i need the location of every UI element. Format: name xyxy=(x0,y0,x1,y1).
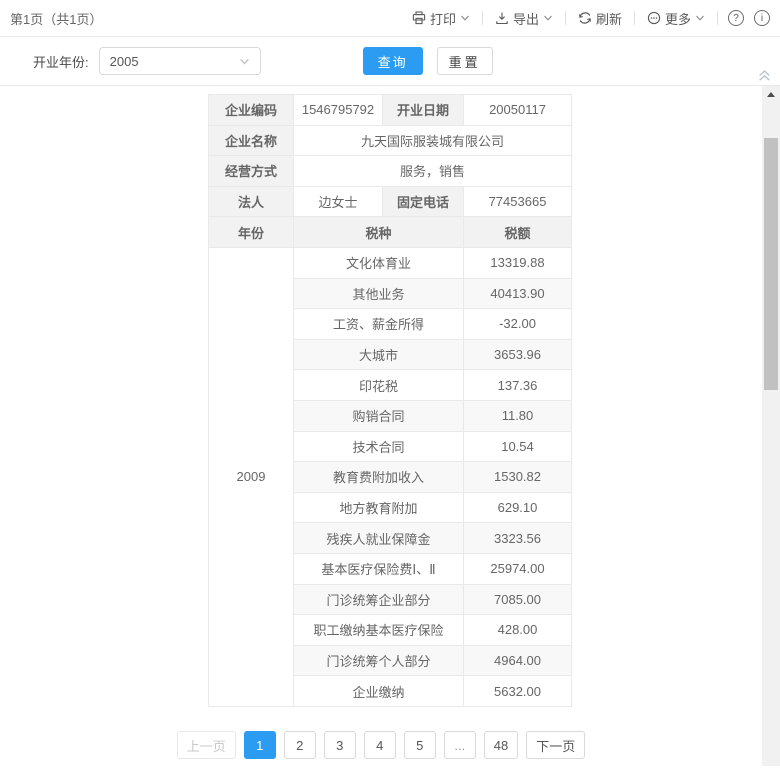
chevron-down-icon xyxy=(460,13,470,23)
field-label: 企业名称 xyxy=(209,125,294,156)
tax-amount: 4964.00 xyxy=(464,645,572,676)
tax-type: 教育费附加收入 xyxy=(294,462,464,493)
page-button-2[interactable]: 2 xyxy=(284,731,316,759)
more-button[interactable]: 更多 xyxy=(645,9,707,28)
page-ellipsis-button[interactable]: ... xyxy=(444,731,476,759)
tax-type: 印花税 xyxy=(294,370,464,401)
tax-amount: 13319.88 xyxy=(464,247,572,278)
toolbar-divider xyxy=(634,11,635,25)
tax-type: 工资、薪金所得 xyxy=(294,309,464,340)
tax-amount: 7085.00 xyxy=(464,584,572,615)
field-value: 77453665 xyxy=(464,186,572,217)
company-info-rows: 企业编码 1546795792 开业日期 20050117 企业名称 九天国际服… xyxy=(209,95,572,248)
column-header-tax-type: 税种 xyxy=(294,217,464,248)
prev-page-button[interactable]: 上一页 xyxy=(177,731,236,759)
next-page-button[interactable]: 下一页 xyxy=(526,731,585,759)
tax-amount: 25974.00 xyxy=(464,553,572,584)
tax-amount: 11.80 xyxy=(464,400,572,431)
toolbar-divider xyxy=(717,11,718,25)
tax-type: 其他业务 xyxy=(294,278,464,309)
tax-amount: 10.54 xyxy=(464,431,572,462)
tax-type: 大城市 xyxy=(294,339,464,370)
refresh-button[interactable]: 刷新 xyxy=(576,9,624,28)
toolbar: 打印 导出 刷新 xyxy=(410,9,770,28)
page-button-5[interactable]: 5 xyxy=(404,731,436,759)
chevron-down-icon xyxy=(543,13,553,23)
refresh-icon xyxy=(578,11,592,25)
opening-year-label: 开业年份: xyxy=(33,52,89,71)
pagination: 上一页 1 2 3 4 5 ... 48 下一页 xyxy=(0,731,762,759)
field-value: 九天国际服装城有限公司 xyxy=(294,125,572,156)
print-button[interactable]: 打印 xyxy=(410,9,472,28)
field-label: 企业编码 xyxy=(209,95,294,126)
scrollbar-thumb[interactable] xyxy=(764,138,778,390)
chevron-down-icon xyxy=(239,56,250,67)
printer-icon xyxy=(412,11,426,25)
tax-type: 残疾人就业保障金 xyxy=(294,523,464,554)
collapse-panel-toggle[interactable] xyxy=(757,68,772,83)
field-value: 边女士 xyxy=(294,186,383,217)
tax-amount: 629.10 xyxy=(464,492,572,523)
scroll-up-arrow-icon xyxy=(767,92,775,97)
table-row: 法人 边女士 固定电话 77453665 xyxy=(209,186,572,217)
field-value: 1546795792 xyxy=(294,95,383,126)
toolbar-divider xyxy=(565,11,566,25)
company-tax-table: 企业编码 1546795792 开业日期 20050117 企业名称 九天国际服… xyxy=(208,94,572,707)
opening-year-value: 2005 xyxy=(110,54,139,69)
page-button-48[interactable]: 48 xyxy=(484,731,518,759)
field-value: 20050117 xyxy=(464,95,572,126)
field-label: 法人 xyxy=(209,186,294,217)
vertical-scrollbar xyxy=(762,86,780,766)
tax-amount: -32.00 xyxy=(464,309,572,340)
table-row: 2009 文化体育业 13319.88 xyxy=(209,247,572,278)
column-header-tax-amount: 税额 xyxy=(464,217,572,248)
reset-button[interactable]: 重置 xyxy=(437,47,493,75)
year-cell: 2009 xyxy=(209,247,294,706)
field-label: 经营方式 xyxy=(209,156,294,187)
help-icon[interactable]: ? xyxy=(728,10,744,26)
page-button-4[interactable]: 4 xyxy=(364,731,396,759)
table-row: 企业编码 1546795792 开业日期 20050117 xyxy=(209,95,572,126)
page-info: 第1页（共1页） xyxy=(10,9,102,28)
tax-amount: 5632.00 xyxy=(464,676,572,707)
info-icon[interactable]: i xyxy=(754,10,770,26)
tax-amount: 137.36 xyxy=(464,370,572,401)
search-button[interactable]: 查询 xyxy=(363,47,423,75)
page-button-3[interactable]: 3 xyxy=(324,731,356,759)
export-button[interactable]: 导出 xyxy=(493,9,555,28)
ellipsis-circle-icon xyxy=(647,11,661,25)
tax-type: 企业缴纳 xyxy=(294,676,464,707)
tax-amount: 40413.90 xyxy=(464,278,572,309)
tax-type: 购销合同 xyxy=(294,400,464,431)
download-icon xyxy=(495,11,509,25)
content-area: 企业编码 1546795792 开业日期 20050117 企业名称 九天国际服… xyxy=(0,86,780,766)
tax-type: 职工缴纳基本医疗保险 xyxy=(294,615,464,646)
tax-amount: 3323.56 xyxy=(464,523,572,554)
tax-type: 门诊统筹个人部分 xyxy=(294,645,464,676)
tax-rows: 2009 文化体育业 13319.88 其他业务 40413.90 工资、薪金所… xyxy=(209,247,572,706)
tax-type: 文化体育业 xyxy=(294,247,464,278)
tax-header-row: 年份 税种 税额 xyxy=(209,217,572,248)
tax-type: 技术合同 xyxy=(294,431,464,462)
column-header-year: 年份 xyxy=(209,217,294,248)
tax-type: 门诊统筹企业部分 xyxy=(294,584,464,615)
tax-type: 基本医疗保险费Ⅰ、Ⅱ xyxy=(294,553,464,584)
field-label: 固定电话 xyxy=(383,186,464,217)
field-value: 服务，销售 xyxy=(294,156,572,187)
chevron-down-icon xyxy=(695,13,705,23)
tax-amount: 3653.96 xyxy=(464,339,572,370)
field-label: 开业日期 xyxy=(383,95,464,126)
tax-amount: 428.00 xyxy=(464,615,572,646)
page-button-1[interactable]: 1 xyxy=(244,731,276,759)
table-row: 经营方式 服务，销售 xyxy=(209,156,572,187)
toolbar-divider xyxy=(482,11,483,25)
opening-year-select[interactable]: 2005 xyxy=(99,47,261,75)
query-bar: 开业年份: 2005 查询 重置 xyxy=(0,37,780,86)
tax-type: 地方教育附加 xyxy=(294,492,464,523)
top-bar: 第1页（共1页） 打印 导出 xyxy=(0,0,780,37)
tax-amount: 1530.82 xyxy=(464,462,572,493)
double-chevron-up-icon xyxy=(757,68,772,83)
table-row: 企业名称 九天国际服装城有限公司 xyxy=(209,125,572,156)
scrollbar-up-button[interactable] xyxy=(762,86,780,103)
